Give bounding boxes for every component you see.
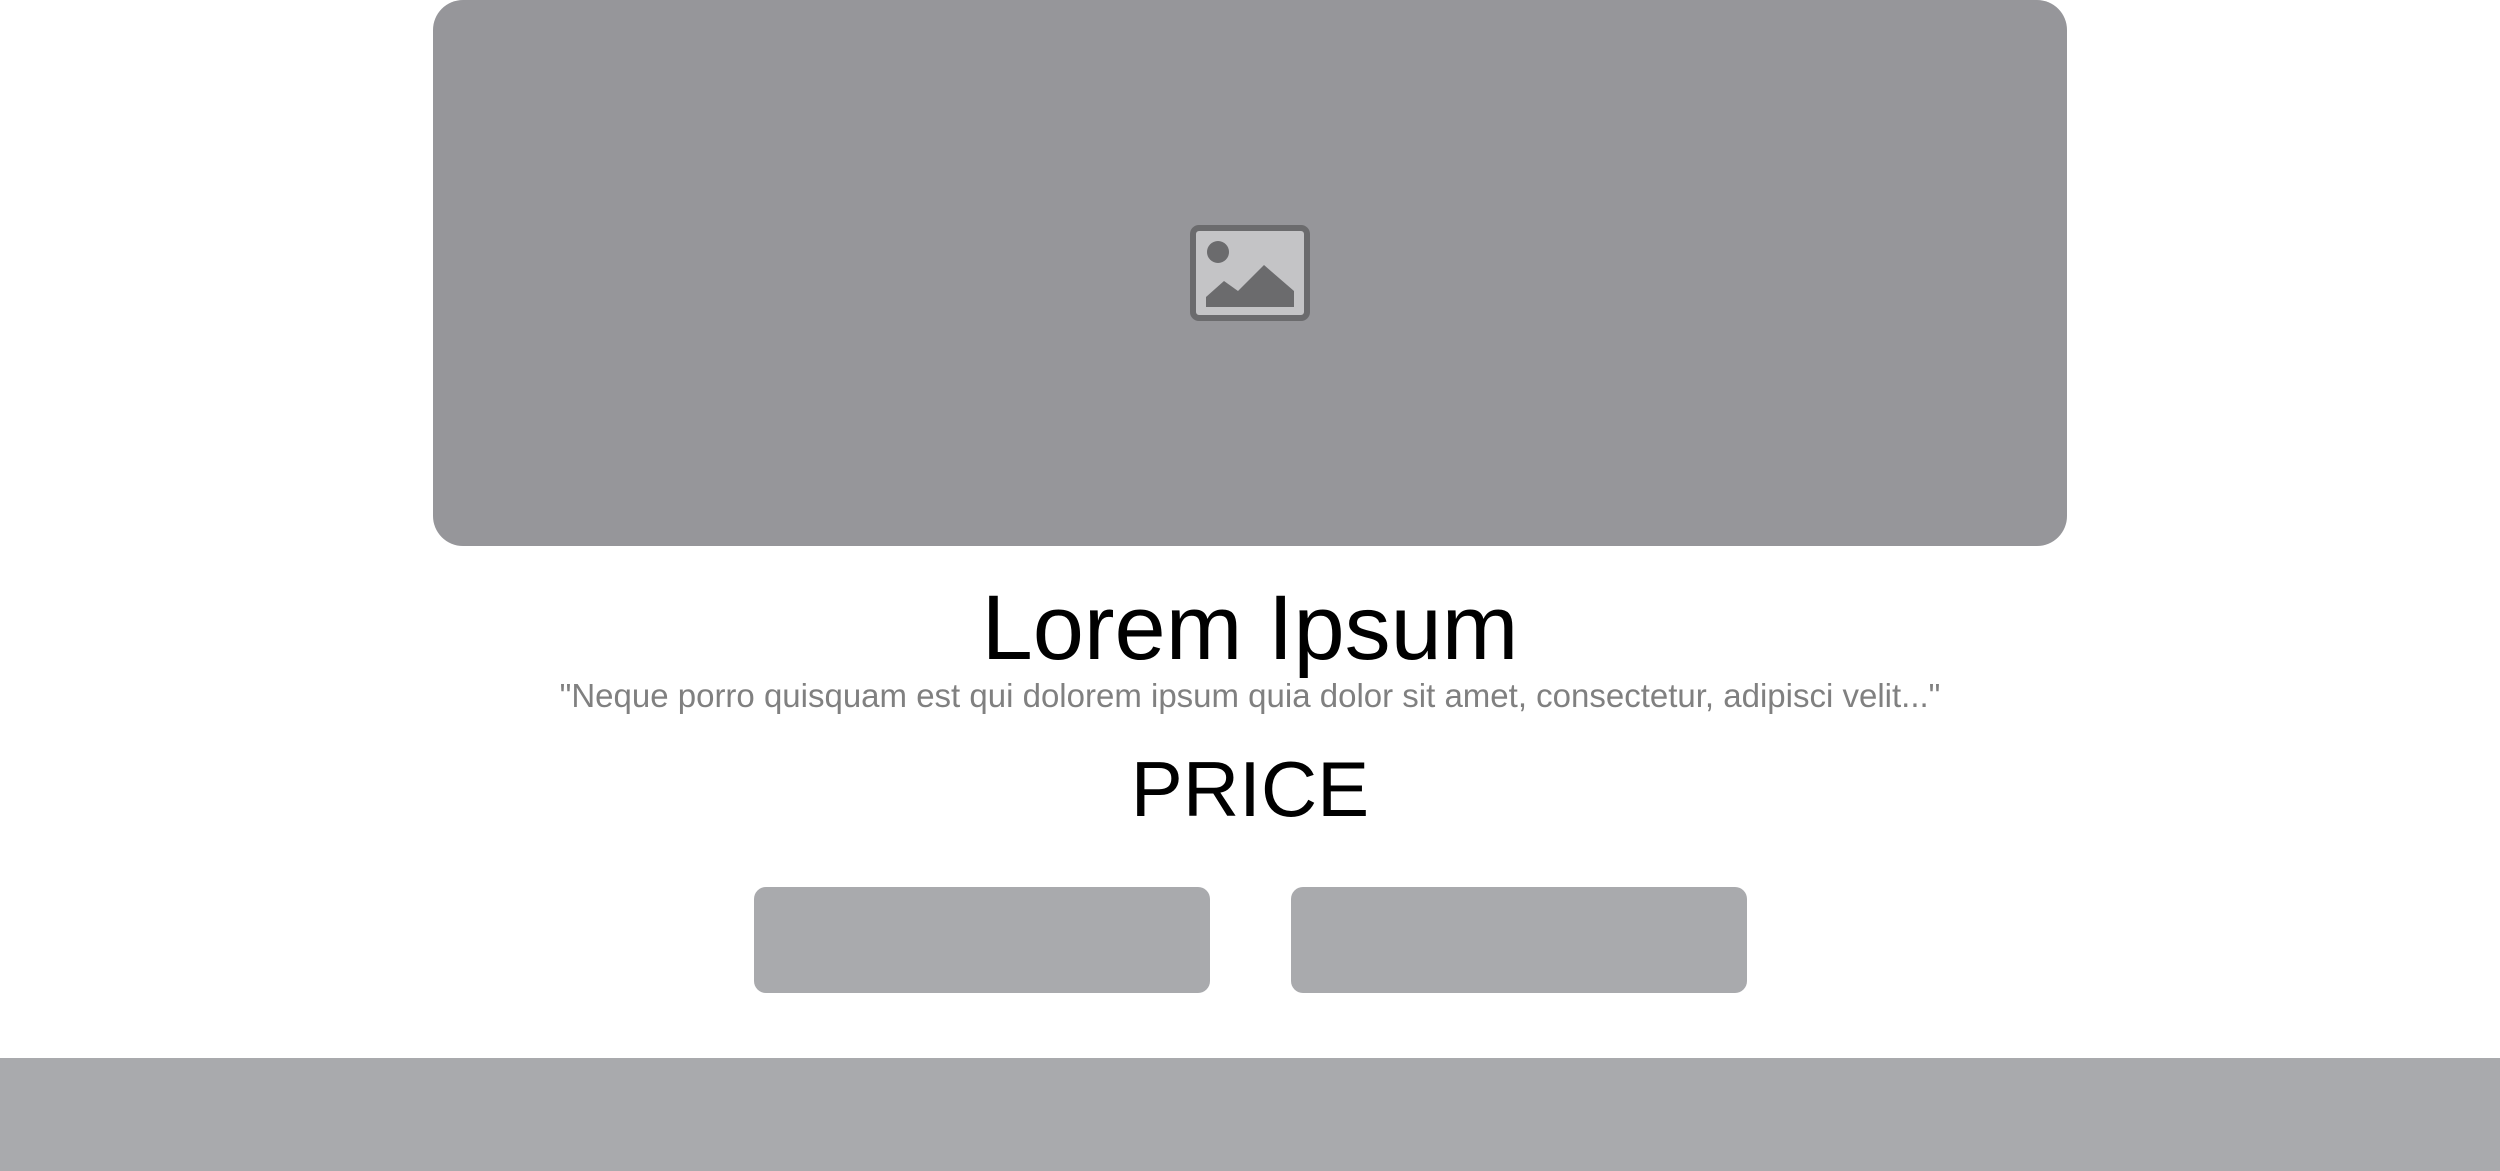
secondary-action-button[interactable] — [1291, 887, 1747, 993]
footer-bar — [0, 1058, 2500, 1171]
product-title: Lorem Ipsum — [981, 577, 1519, 679]
primary-action-button[interactable] — [754, 887, 1210, 993]
product-page: Lorem Ipsum "Neque porro quisquam est qu… — [0, 0, 2500, 1171]
product-price: PRICE — [1130, 745, 1370, 833]
image-placeholder-icon — [1190, 225, 1310, 321]
product-description: "Neque porro quisquam est qui dolorem ip… — [559, 677, 1941, 714]
hero-image-placeholder — [433, 0, 2067, 546]
